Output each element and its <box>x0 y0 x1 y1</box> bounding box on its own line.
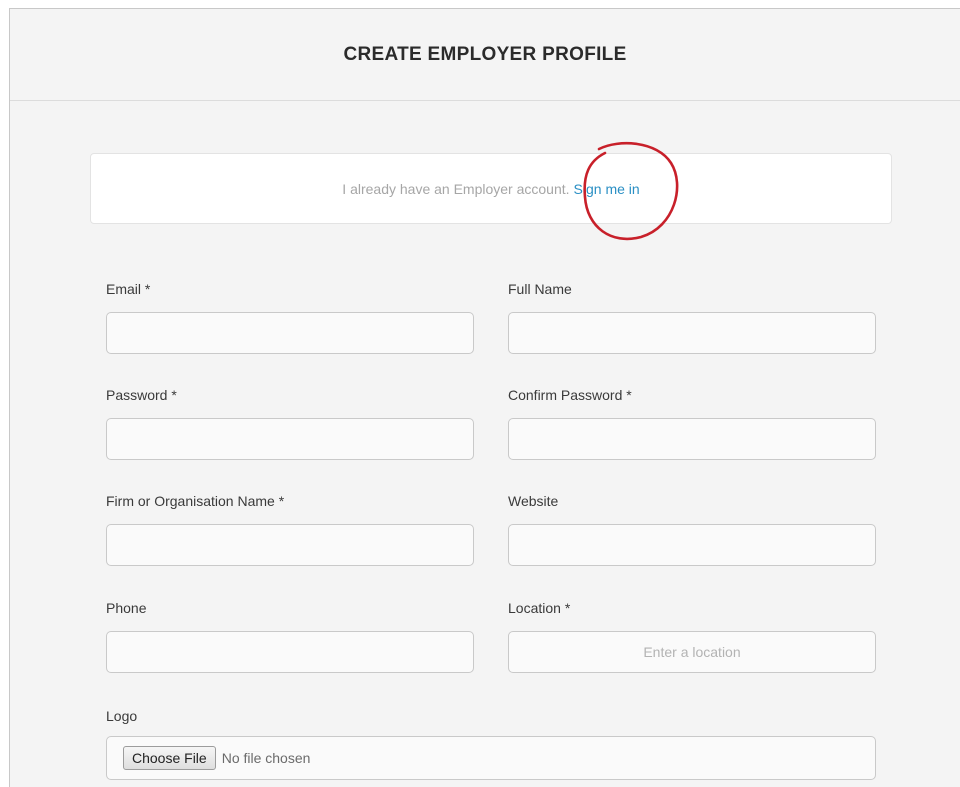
logo-field-group: Logo Choose File No file chosen <box>106 706 876 780</box>
website-field-group: Website <box>508 491 876 566</box>
confirm-password-field-group: Confirm Password * <box>508 385 876 460</box>
phone-field-group: Phone <box>106 598 474 673</box>
location-input[interactable] <box>508 631 876 673</box>
logo-file-input[interactable]: Choose File No file chosen <box>106 736 876 780</box>
file-status-text: No file chosen <box>221 750 311 766</box>
email-input[interactable] <box>106 312 474 354</box>
email-label: Email * <box>106 281 151 297</box>
full-name-input[interactable] <box>508 312 876 354</box>
confirm-password-input[interactable] <box>508 418 876 460</box>
email-field-group: Email * <box>106 279 474 354</box>
firm-name-label: Firm or Organisation Name * <box>106 493 285 509</box>
full-name-label: Full Name <box>508 281 572 297</box>
password-field-group: Password * <box>106 385 474 460</box>
website-label: Website <box>508 493 559 509</box>
location-label: Location * <box>508 600 571 616</box>
password-input[interactable] <box>106 418 474 460</box>
website-input[interactable] <box>508 524 876 566</box>
firm-name-field-group: Firm or Organisation Name * <box>106 491 474 566</box>
sign-in-link[interactable]: Sign me in <box>574 181 640 197</box>
page-frame: CREATE EMPLOYER PROFILE I already have a… <box>9 8 960 787</box>
logo-label: Logo <box>106 708 138 724</box>
signin-banner: I already have an Employer account. Sign… <box>90 153 892 224</box>
firm-name-input[interactable] <box>106 524 474 566</box>
choose-file-button[interactable]: Choose File <box>123 746 216 770</box>
confirm-password-label: Confirm Password * <box>508 387 632 403</box>
full-name-field-group: Full Name <box>508 279 876 354</box>
location-field-group: Location * <box>508 598 876 673</box>
page-header: CREATE EMPLOYER PROFILE <box>10 9 960 101</box>
page-title: CREATE EMPLOYER PROFILE <box>343 43 627 65</box>
phone-label: Phone <box>106 600 147 616</box>
phone-input[interactable] <box>106 631 474 673</box>
signin-prompt: I already have an Employer account. <box>342 180 570 197</box>
password-label: Password * <box>106 387 177 403</box>
